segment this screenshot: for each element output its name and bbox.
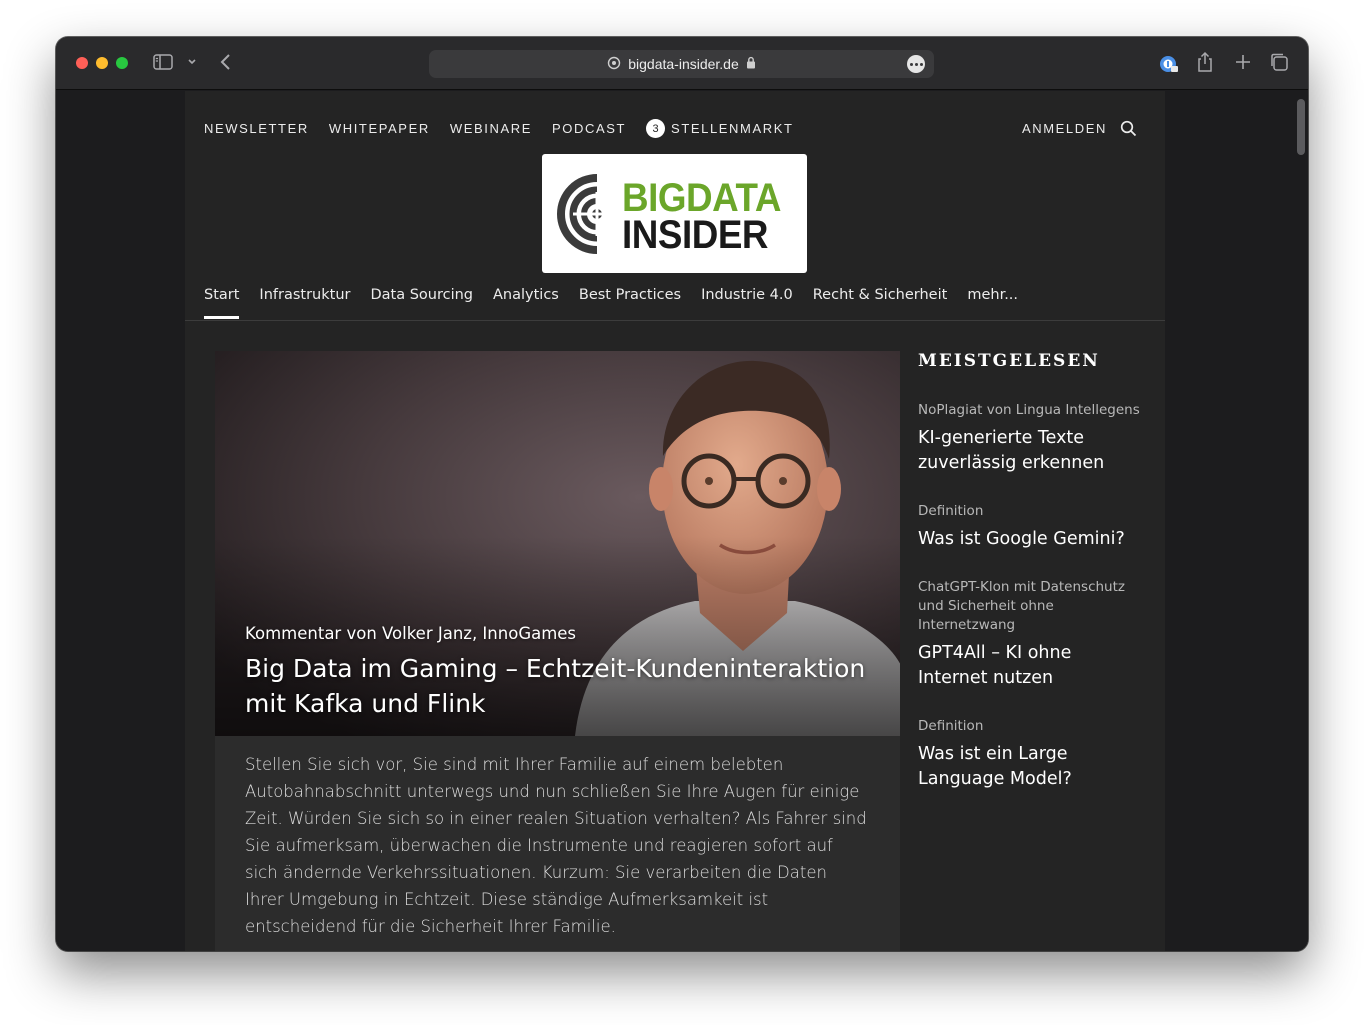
most-read-heading: MEISTGELESEN <box>918 351 1100 371</box>
page-scrollbar[interactable] <box>1294 91 1308 951</box>
topnav-webinare[interactable]: WEBINARE <box>450 121 532 136</box>
zoom-window-button[interactable] <box>116 57 128 69</box>
site-logo[interactable]: BIGDATA INSIDER <box>542 154 807 273</box>
logo-line-insider: INSIDER <box>622 213 769 257</box>
search-icon[interactable] <box>1119 119 1137 137</box>
nav-start[interactable]: Start <box>204 287 240 319</box>
share-icon[interactable] <box>1196 51 1214 73</box>
url-text[interactable]: bigdata-insider.de <box>628 56 739 72</box>
scrollbar-thumb[interactable] <box>1297 99 1305 155</box>
target-logo-icon <box>557 174 621 254</box>
topnav-stellenmarkt[interactable]: 3 STELLENMARKT <box>646 119 794 138</box>
most-read-kicker: NoPlagiat von Lingua Intellegens <box>918 402 1140 418</box>
hero-teaser: Stellen Sie sich vor, Sie sind mit Ihrer… <box>215 736 900 951</box>
topnav-whitepaper[interactable]: WHITEPAPER <box>329 121 430 136</box>
most-read-kicker: Definition <box>918 718 984 734</box>
jobs-count-badge: 3 <box>646 119 666 138</box>
logo-line-bigdata: BIGDATA <box>622 176 781 220</box>
most-read-item: ChatGPT-Klon mit Datenschutz und Sicherh… <box>918 578 1143 691</box>
sidebar-toggle-icon[interactable] <box>153 54 173 70</box>
most-read-title-link[interactable]: Was ist Google Gemini? <box>918 527 1143 552</box>
most-read-kicker: ChatGPT-Klon mit Datenschutz und Sicherh… <box>918 579 1125 633</box>
extension-icon[interactable] <box>1158 53 1180 75</box>
topnav-podcast[interactable]: PODCAST <box>552 121 626 136</box>
browser-toolbar: bigdata-insider.de <box>56 37 1308 90</box>
nav-divider <box>185 320 1165 321</box>
web-viewport: NEWSLETTER WHITEPAPER WEBINARE PODCAST 3… <box>56 91 1308 951</box>
address-bar[interactable]: bigdata-insider.de <box>429 50 934 78</box>
nav-best-practices[interactable]: Best Practices <box>579 287 681 319</box>
main-navigation: Start Infrastruktur Data Sourcing Analyt… <box>204 287 1018 319</box>
nav-infrastruktur[interactable]: Infrastruktur <box>259 287 350 319</box>
topnav-newsletter[interactable]: NEWSLETTER <box>204 121 309 136</box>
login-area: ANMELDEN <box>1022 119 1137 137</box>
most-read-kicker: Definition <box>918 503 984 519</box>
browser-window: bigdata-insider.de NEWSLETTER WHITEPAPER <box>56 37 1308 951</box>
back-icon[interactable] <box>219 52 233 72</box>
login-link[interactable]: ANMELDEN <box>1022 121 1107 136</box>
stellenmarkt-label: STELLENMARKT <box>671 121 794 136</box>
site-settings-icon[interactable] <box>607 56 621 73</box>
most-read-title-link[interactable]: GPT4All – KI ohne Internet nutzen <box>918 641 1143 691</box>
hero-kicker: Kommentar von Volker Janz, InnoGames <box>245 624 577 643</box>
most-read-title-link[interactable]: KI-generierte Texte zuverlässig erkennen <box>918 426 1143 476</box>
most-read-sidebar: MEISTGELESEN NoPlagiat von Lingua Intell… <box>918 351 1143 818</box>
nav-data-sourcing[interactable]: Data Sourcing <box>370 287 473 319</box>
chevron-down-icon[interactable] <box>186 55 198 69</box>
most-read-item: Definition Was ist Google Gemini? <box>918 502 1143 552</box>
hero-article[interactable]: Kommentar von Volker Janz, InnoGames Big… <box>215 351 900 736</box>
most-read-title-link[interactable]: Was ist ein Large Language Model? <box>918 742 1143 792</box>
nav-industrie-4-0[interactable]: Industrie 4.0 <box>701 287 793 319</box>
nav-recht-sicherheit[interactable]: Recht & Sicherheit <box>813 287 948 319</box>
most-read-item: NoPlagiat von Lingua Intellegens KI-gene… <box>918 401 1143 476</box>
close-window-button[interactable] <box>76 57 88 69</box>
tab-overview-icon[interactable] <box>1269 52 1289 72</box>
lock-icon <box>746 56 756 72</box>
site-container: NEWSLETTER WHITEPAPER WEBINARE PODCAST 3… <box>185 91 1165 951</box>
hero-title[interactable]: Big Data im Gaming – Echtzeit-Kundeninte… <box>245 651 885 721</box>
most-read-item: Definition Was ist ein Large Language Mo… <box>918 717 1143 792</box>
hero-teaser-text: Stellen Sie sich vor, Sie sind mit Ihrer… <box>245 755 867 936</box>
new-tab-icon[interactable] <box>1233 52 1253 72</box>
nav-analytics[interactable]: Analytics <box>493 287 559 319</box>
page-menu-icon[interactable] <box>907 55 925 73</box>
top-navigation: NEWSLETTER WHITEPAPER WEBINARE PODCAST 3… <box>204 119 794 138</box>
minimize-window-button[interactable] <box>96 57 108 69</box>
nav-more[interactable]: mehr... <box>967 287 1018 319</box>
